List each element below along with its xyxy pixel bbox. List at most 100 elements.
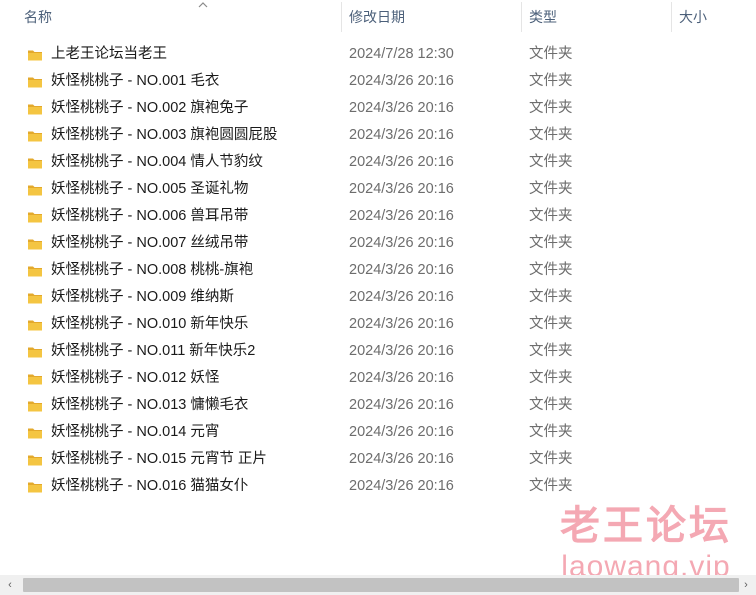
file-modified-date: 2024/3/26 20:16 (349, 235, 454, 251)
file-name: 妖怪桃桃子 - NO.002 旗袍兔子 (51, 100, 249, 116)
folder-icon (27, 181, 43, 197)
file-name: 妖怪桃桃子 - NO.010 新年快乐 (51, 316, 249, 332)
file-modified-date: 2024/3/26 20:16 (349, 451, 454, 467)
file-type: 文件夹 (529, 343, 573, 359)
folder-icon (27, 478, 43, 494)
file-row[interactable]: 妖怪桃桃子 - NO.003 旗袍圆圆屁股 2024/3/26 20:16 文件夹 (0, 122, 756, 149)
horizontal-scrollbar[interactable]: ‹ › (0, 575, 756, 595)
folder-icon (27, 397, 43, 413)
file-type: 文件夹 (529, 46, 573, 62)
file-name: 妖怪桃桃子 - NO.004 情人节豹纹 (51, 154, 263, 170)
file-row[interactable]: 妖怪桃桃子 - NO.010 新年快乐 2024/3/26 20:16 文件夹 (0, 311, 756, 338)
file-modified-date: 2024/3/26 20:16 (349, 100, 454, 116)
file-row[interactable]: 妖怪桃桃子 - NO.012 妖怪 2024/3/26 20:16 文件夹 (0, 365, 756, 392)
folder-icon (27, 235, 43, 251)
file-modified-date: 2024/7/28 12:30 (349, 46, 454, 62)
folder-icon (27, 424, 43, 440)
folder-icon (27, 73, 43, 89)
file-name: 妖怪桃桃子 - NO.016 猫猫女仆 (51, 478, 249, 494)
column-separator[interactable] (521, 2, 522, 32)
file-name: 妖怪桃桃子 - NO.012 妖怪 (51, 370, 220, 386)
file-type: 文件夹 (529, 316, 573, 332)
file-list: 上老王论坛当老王 2024/7/28 12:30 文件夹 妖怪桃桃子 - NO.001… (0, 41, 756, 500)
column-separator[interactable] (341, 2, 342, 32)
file-row[interactable]: 妖怪桃桃子 - NO.006 兽耳吊带 2024/3/26 20:16 文件夹 (0, 203, 756, 230)
file-modified-date: 2024/3/26 20:16 (349, 154, 454, 170)
file-name: 妖怪桃桃子 - NO.013 慵懒毛衣 (51, 397, 249, 413)
folder-icon (27, 289, 43, 305)
file-name: 妖怪桃桃子 - NO.001 毛衣 (51, 73, 220, 89)
file-modified-date: 2024/3/26 20:16 (349, 343, 454, 359)
file-name: 妖怪桃桃子 - NO.005 圣诞礼物 (51, 181, 249, 197)
folder-icon (27, 127, 43, 143)
file-row[interactable]: 上老王论坛当老王 2024/7/28 12:30 文件夹 (0, 41, 756, 68)
column-header-date[interactable]: 修改日期 (349, 0, 519, 34)
file-modified-date: 2024/3/26 20:16 (349, 181, 454, 197)
column-header-size-label: 大小 (679, 9, 707, 25)
file-name: 妖怪桃桃子 - NO.014 元宵 (51, 424, 220, 440)
column-header-name-label: 名称 (24, 9, 52, 25)
file-name: 妖怪桃桃子 - NO.006 兽耳吊带 (51, 208, 249, 224)
file-row[interactable]: 妖怪桃桃子 - NO.002 旗袍兔子 2024/3/26 20:16 文件夹 (0, 95, 756, 122)
file-type: 文件夹 (529, 262, 573, 278)
column-header-type[interactable]: 类型 (529, 0, 669, 34)
file-row[interactable]: 妖怪桃桃子 - NO.015 元宵节 正片 2024/3/26 20:16 文件夹 (0, 446, 756, 473)
file-modified-date: 2024/3/26 20:16 (349, 316, 454, 332)
column-separator[interactable] (671, 2, 672, 32)
folder-icon (27, 100, 43, 116)
file-row[interactable]: 妖怪桃桃子 - NO.001 毛衣 2024/3/26 20:16 文件夹 (0, 68, 756, 95)
file-modified-date: 2024/3/26 20:16 (349, 289, 454, 305)
file-type: 文件夹 (529, 127, 573, 143)
file-modified-date: 2024/3/26 20:16 (349, 262, 454, 278)
file-modified-date: 2024/3/26 20:16 (349, 370, 454, 386)
file-row[interactable]: 妖怪桃桃子 - NO.011 新年快乐2 2024/3/26 20:16 文件夹 (0, 338, 756, 365)
scrollbar-thumb[interactable] (23, 578, 739, 592)
file-row[interactable]: 妖怪桃桃子 - NO.014 元宵 2024/3/26 20:16 文件夹 (0, 419, 756, 446)
folder-icon (27, 451, 43, 467)
file-type: 文件夹 (529, 370, 573, 386)
file-type: 文件夹 (529, 181, 573, 197)
file-row[interactable]: 妖怪桃桃子 - NO.004 情人节豹纹 2024/3/26 20:16 文件夹 (0, 149, 756, 176)
file-name: 上老王论坛当老王 (51, 46, 167, 62)
watermark-title: 老王论坛 (560, 504, 732, 548)
file-row[interactable]: 妖怪桃桃子 - NO.013 慵懒毛衣 2024/3/26 20:16 文件夹 (0, 392, 756, 419)
folder-icon (27, 154, 43, 170)
file-name: 妖怪桃桃子 - NO.003 旗袍圆圆屁股 (51, 127, 278, 143)
column-header-name[interactable]: 名称 (24, 0, 340, 34)
file-modified-date: 2024/3/26 20:16 (349, 208, 454, 224)
scroll-right-arrow-icon[interactable]: › (739, 578, 753, 592)
file-type: 文件夹 (529, 397, 573, 413)
column-header-date-label: 修改日期 (349, 9, 405, 25)
column-header-bar: 名称 修改日期 类型 大小 (0, 0, 756, 34)
folder-icon (27, 262, 43, 278)
scroll-left-arrow-icon[interactable]: ‹ (3, 578, 17, 592)
file-modified-date: 2024/3/26 20:16 (349, 397, 454, 413)
file-name: 妖怪桃桃子 - NO.015 元宵节 正片 (51, 451, 267, 467)
folder-icon (27, 316, 43, 332)
file-modified-date: 2024/3/26 20:16 (349, 478, 454, 494)
file-modified-date: 2024/3/26 20:16 (349, 127, 454, 143)
file-type: 文件夹 (529, 235, 573, 251)
file-name: 妖怪桃桃子 - NO.008 桃桃-旗袍 (51, 262, 254, 278)
file-row[interactable]: 妖怪桃桃子 - NO.016 猫猫女仆 2024/3/26 20:16 文件夹 (0, 473, 756, 500)
folder-icon (27, 370, 43, 386)
column-header-size[interactable]: 大小 (679, 0, 756, 34)
file-row[interactable]: 妖怪桃桃子 - NO.008 桃桃-旗袍 2024/3/26 20:16 文件夹 (0, 257, 756, 284)
file-row[interactable]: 妖怪桃桃子 - NO.009 维纳斯 2024/3/26 20:16 文件夹 (0, 284, 756, 311)
file-type: 文件夹 (529, 289, 573, 305)
file-row[interactable]: 妖怪桃桃子 - NO.005 圣诞礼物 2024/3/26 20:16 文件夹 (0, 176, 756, 203)
file-row[interactable]: 妖怪桃桃子 - NO.007 丝绒吊带 2024/3/26 20:16 文件夹 (0, 230, 756, 257)
file-explorer: 名称 修改日期 类型 大小 上老王论坛当老王 2024/7/28 12:30 文件夹… (0, 0, 756, 595)
file-type: 文件夹 (529, 208, 573, 224)
file-name: 妖怪桃桃子 - NO.009 维纳斯 (51, 289, 234, 305)
file-type: 文件夹 (529, 424, 573, 440)
file-type: 文件夹 (529, 154, 573, 170)
file-type: 文件夹 (529, 478, 573, 494)
column-header-type-label: 类型 (529, 9, 557, 25)
file-name: 妖怪桃桃子 - NO.011 新年快乐2 (51, 343, 256, 359)
folder-icon (27, 46, 43, 62)
watermark: 老王论坛 laowang.vip (560, 503, 732, 583)
file-type: 文件夹 (529, 100, 573, 116)
file-type: 文件夹 (529, 73, 573, 89)
sort-up-icon (198, 2, 208, 8)
